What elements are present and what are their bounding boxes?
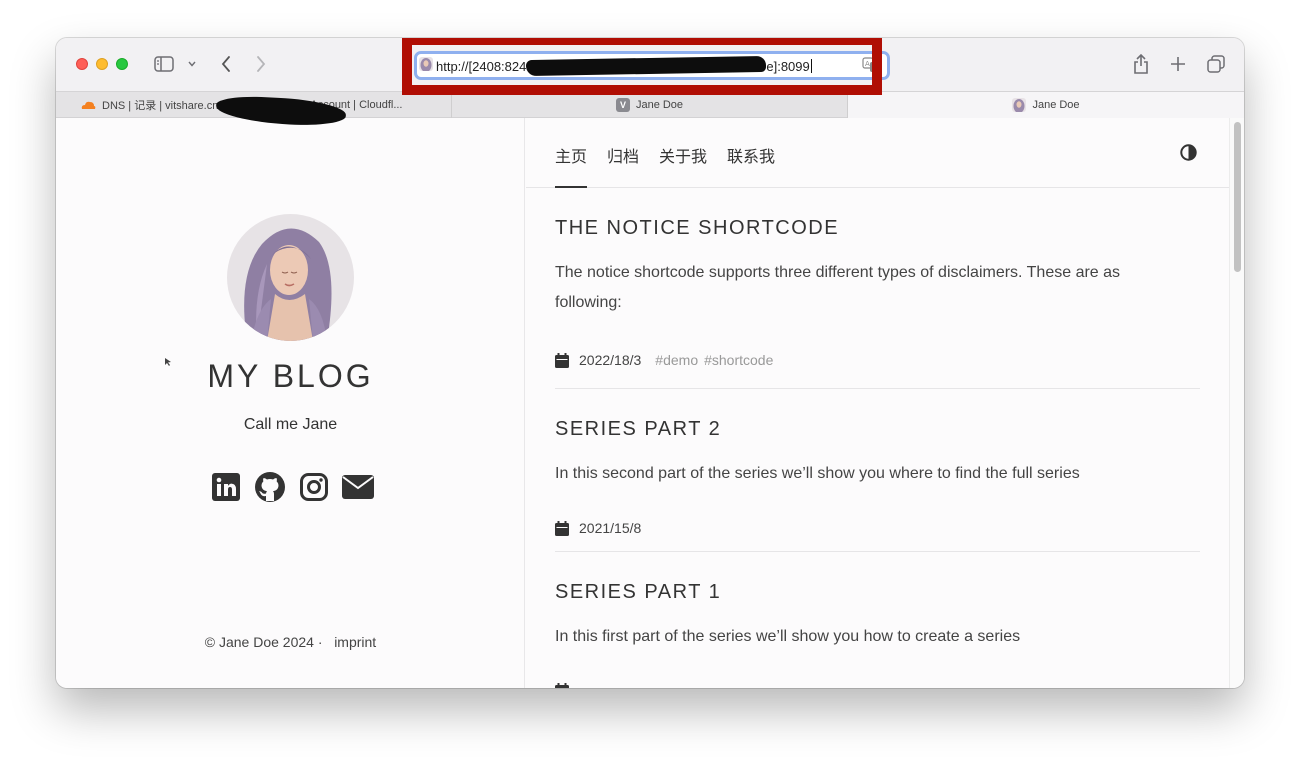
post-title[interactable]: THE NOTICE SHORTCODE [555,217,1200,240]
social-links [210,471,374,503]
v-badge: V [615,98,630,112]
active-nav-indicator [555,186,587,188]
theme-toggle-icon[interactable] [1180,144,1197,166]
post-excerpt-line: The notice shortcode supports three diff… [555,264,1121,281]
post-meta [555,683,1200,688]
post-item[interactable]: THE NOTICE SHORTCODE [555,217,1200,240]
v-favicon-icon: V [615,98,630,112]
post-excerpt-block: The notice shortcode supports three diff… [555,258,1200,318]
web-content: MY BLOG Call me Jane © Jane Doe 2024 · i… [56,118,1244,688]
post-excerpt-line: In this second part of the series we’ll … [555,465,1080,482]
top-nav: 主页 归档 关于我 联系我 [526,118,1229,188]
imprint-link[interactable]: imprint [334,634,376,650]
tab-bar: DNS | 记录 | vitshare.cn Account | Cloudfl… [56,91,1244,128]
post-date: 2021/15/8 [579,520,642,536]
post-title[interactable]: SERIES PART 1 [555,581,1200,604]
post-divider [555,388,1200,389]
avatar-favicon-icon [1012,98,1027,112]
share-icon[interactable] [1130,52,1152,76]
sidebar-toggle-icon[interactable] [152,53,176,75]
post-divider [555,551,1200,552]
footer-copyright: © Jane Doe 2024 · [204,634,323,650]
tab-label: Jane Doe [635,99,684,111]
blog-sidebar: MY BLOG Call me Jane © Jane Doe 2024 · i… [56,118,525,688]
post-date: 2022/18/3 [579,352,642,368]
post-excerpt-block: In this first part of the series we’ll s… [555,622,1200,652]
tab-label: DNS | 记录 | vitshare.cn [102,100,219,112]
blog-main: 主页 归档 关于我 联系我 THE NOTICE SHORTCODE The n… [526,118,1229,688]
post-item[interactable]: SERIES PART 2 [555,418,1200,441]
linkedin-icon[interactable] [210,471,242,503]
post-excerpt-block: In this second part of the series we’ll … [555,459,1200,489]
post-tag[interactable]: #demo [655,352,698,368]
tab-overview-icon[interactable] [1205,53,1227,75]
github-icon[interactable] [254,471,286,503]
nav-item-home[interactable]: 主页 [555,143,587,167]
scrollbar-thumb[interactable] [1234,122,1241,272]
forward-button[interactable] [251,53,271,75]
tab-label: Jane Doe [1032,99,1080,111]
calendar-icon [555,352,569,368]
email-icon[interactable] [342,471,374,503]
blog-subtitle: Call me Jane [243,416,338,433]
chevron-down-icon[interactable] [186,58,198,70]
post-excerpt-line: In this first part of the series we’ll s… [555,628,1021,645]
post-meta: 2021/15/8 [555,520,1200,536]
post-item[interactable]: SERIES PART 1 [555,581,1200,604]
tab-jane-doe-1[interactable]: V Jane Doe [452,92,848,118]
post-meta: 2022/18/3 #demo #shortcode [555,352,1200,368]
close-window-button[interactable] [76,58,88,70]
nav-item-contact[interactable]: 联系我 [727,143,775,167]
sidebar-footer: © Jane Doe 2024 · imprint [56,634,525,650]
post-tag[interactable]: #shortcode [704,352,773,368]
browser-window: http://[2408:824 e]:8099 A DNS | 记录 | vit… [56,38,1244,688]
tab-jane-doe-2[interactable]: Jane Doe [848,92,1244,118]
cloudflare-icon [80,100,96,110]
red-highlight-annotation [402,38,882,95]
new-tab-icon[interactable] [1167,53,1189,75]
back-button[interactable] [216,53,236,75]
calendar-icon [555,520,569,536]
post-title[interactable]: SERIES PART 2 [555,418,1200,441]
zoom-window-button[interactable] [116,58,128,70]
nav-item-archive[interactable]: 归档 [607,143,639,167]
page-scrollbar[interactable] [1229,118,1244,688]
post-excerpt-line: following: [555,294,622,311]
instagram-icon[interactable] [298,471,330,503]
nav-item-about[interactable]: 关于我 [659,143,707,167]
minimize-window-button[interactable] [96,58,108,70]
blog-title: MY BLOG [207,358,374,394]
avatar [227,214,354,341]
calendar-icon [555,683,569,688]
